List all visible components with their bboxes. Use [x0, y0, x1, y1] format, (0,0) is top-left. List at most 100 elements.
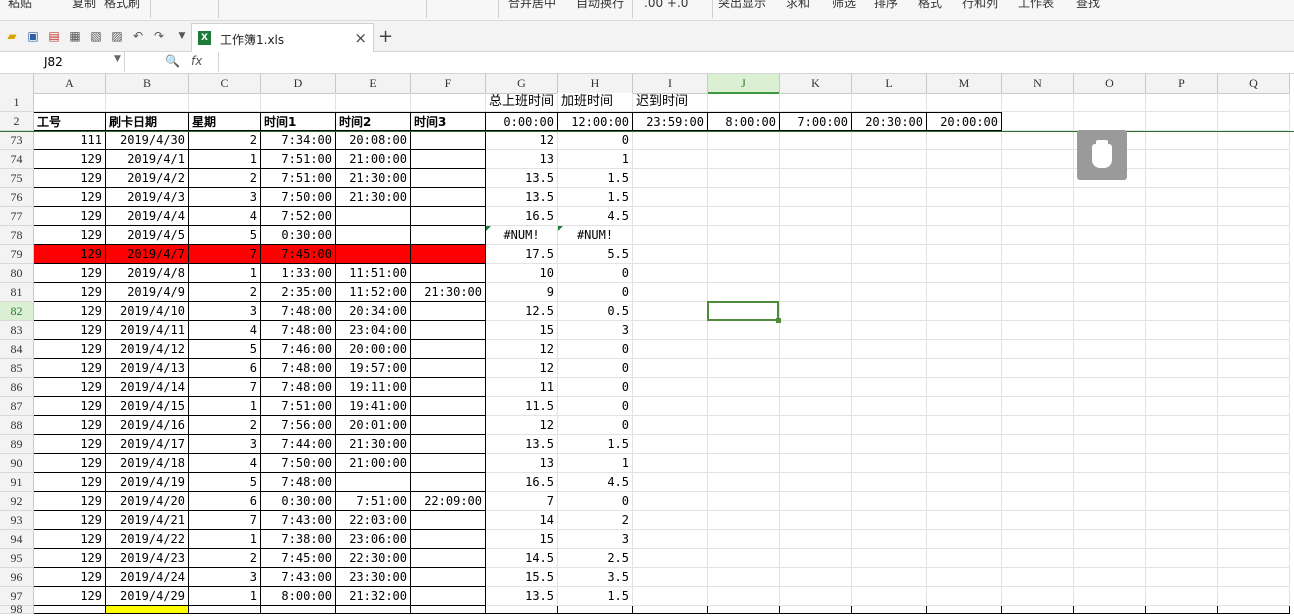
cell-G[interactable]: 14: [486, 511, 558, 530]
cell-P[interactable]: [1146, 435, 1218, 454]
cell-C[interactable]: 4: [189, 321, 261, 340]
cell-L[interactable]: [852, 492, 927, 511]
close-tab-icon[interactable]: ×: [354, 29, 367, 47]
cell-D[interactable]: 7:48:00: [261, 359, 336, 378]
cell-N[interactable]: [1002, 302, 1074, 321]
cell-Q[interactable]: [1218, 568, 1290, 587]
cell-L[interactable]: [852, 150, 927, 169]
cell-I[interactable]: [633, 283, 708, 302]
cell-C[interactable]: 3: [189, 302, 261, 321]
cell-C[interactable]: 1: [189, 587, 261, 606]
cell-M[interactable]: [927, 568, 1002, 587]
cell-E[interactable]: 21:00:00: [336, 454, 411, 473]
cell-H[interactable]: 4.5: [558, 207, 633, 226]
redo-icon[interactable]: ↷: [152, 29, 166, 43]
cell-D[interactable]: 7:45:00: [261, 245, 336, 264]
cell-J[interactable]: [708, 226, 780, 245]
cell-A[interactable]: 129: [34, 530, 106, 549]
cell-B[interactable]: 刷卡日期: [106, 112, 189, 131]
cell-F[interactable]: [411, 530, 486, 549]
row-header-2[interactable]: 2: [0, 112, 34, 131]
cell-Q[interactable]: [1218, 283, 1290, 302]
row-header-75[interactable]: 75: [0, 169, 34, 188]
cell-H[interactable]: #NUM!: [558, 226, 633, 245]
cell-H[interactable]: 3: [558, 530, 633, 549]
cell-I[interactable]: [633, 340, 708, 359]
cell-E[interactable]: [336, 93, 411, 112]
cell-Q[interactable]: [1218, 340, 1290, 359]
cell-M[interactable]: [927, 188, 1002, 207]
cell-M[interactable]: [927, 435, 1002, 454]
cell-H[interactable]: 0: [558, 359, 633, 378]
cell-G[interactable]: 12: [486, 416, 558, 435]
cell-N[interactable]: [1002, 549, 1074, 568]
column-header-E[interactable]: E: [336, 74, 411, 94]
cell-H[interactable]: 1.5: [558, 188, 633, 207]
ribbon-item-0[interactable]: 粘贴: [8, 0, 32, 12]
cell-C[interactable]: 1: [189, 397, 261, 416]
cell-D[interactable]: 2:35:00: [261, 283, 336, 302]
cell-C[interactable]: 7: [189, 511, 261, 530]
cell-B[interactable]: 2019/4/30: [106, 131, 189, 150]
cell-B[interactable]: 2019/4/3: [106, 188, 189, 207]
fx-icon[interactable]: fx: [191, 54, 202, 68]
cell-D[interactable]: 7:48:00: [261, 321, 336, 340]
cell-M[interactable]: [927, 93, 1002, 112]
cell-L[interactable]: [852, 188, 927, 207]
cell-B[interactable]: 2019/4/22: [106, 530, 189, 549]
cell-J[interactable]: [708, 264, 780, 283]
cell-P[interactable]: [1146, 454, 1218, 473]
cell-P[interactable]: [1146, 169, 1218, 188]
cell-M[interactable]: [927, 454, 1002, 473]
cell-C[interactable]: 1: [189, 264, 261, 283]
cell-G[interactable]: 14.5: [486, 549, 558, 568]
cell-L[interactable]: [852, 207, 927, 226]
cell-H[interactable]: 2: [558, 511, 633, 530]
cell-G[interactable]: 12.5: [486, 302, 558, 321]
cell-D[interactable]: 0:30:00: [261, 226, 336, 245]
row-header-92[interactable]: 92: [0, 492, 34, 511]
cell-Q[interactable]: [1218, 511, 1290, 530]
cell-M[interactable]: [927, 530, 1002, 549]
cell-Q[interactable]: [1218, 226, 1290, 245]
cell-D[interactable]: 7:43:00: [261, 511, 336, 530]
cell-C[interactable]: 2: [189, 549, 261, 568]
cell-P[interactable]: [1146, 549, 1218, 568]
cell-J[interactable]: [708, 568, 780, 587]
cell-K[interactable]: [780, 340, 852, 359]
cell-N[interactable]: [1002, 321, 1074, 340]
cell-I[interactable]: [633, 169, 708, 188]
cell-E[interactable]: 21:30:00: [336, 188, 411, 207]
cell-P[interactable]: [1146, 226, 1218, 245]
cell-H[interactable]: 0: [558, 283, 633, 302]
cell-G[interactable]: 12: [486, 359, 558, 378]
cell-P[interactable]: [1146, 302, 1218, 321]
cell-J[interactable]: [708, 492, 780, 511]
cell-I[interactable]: [633, 435, 708, 454]
cell-J[interactable]: [708, 511, 780, 530]
cell-J[interactable]: [708, 321, 780, 340]
cell-E[interactable]: 22:30:00: [336, 549, 411, 568]
cell-O[interactable]: [1074, 397, 1146, 416]
cell-A[interactable]: 129: [34, 340, 106, 359]
cell-N[interactable]: [1002, 568, 1074, 587]
cell-F[interactable]: [411, 397, 486, 416]
cell-C[interactable]: 2: [189, 131, 261, 150]
cell-B[interactable]: 2019/4/8: [106, 264, 189, 283]
cell-I[interactable]: [633, 302, 708, 321]
cell-B[interactable]: 2019/4/10: [106, 302, 189, 321]
cell-F[interactable]: [411, 93, 486, 112]
cell-A[interactable]: 129: [34, 454, 106, 473]
cell-B[interactable]: [106, 93, 189, 112]
cell-C[interactable]: 3: [189, 188, 261, 207]
cell-D[interactable]: 8:00:00: [261, 587, 336, 606]
cell-C[interactable]: 1: [189, 530, 261, 549]
row-header-81[interactable]: 81: [0, 283, 34, 302]
cell-I[interactable]: [633, 454, 708, 473]
cell-D[interactable]: [261, 93, 336, 112]
cell-B[interactable]: 2019/4/1: [106, 150, 189, 169]
cell-L[interactable]: [852, 587, 927, 606]
cell-Q[interactable]: [1218, 454, 1290, 473]
cell-K[interactable]: [780, 587, 852, 606]
cell-N[interactable]: [1002, 283, 1074, 302]
